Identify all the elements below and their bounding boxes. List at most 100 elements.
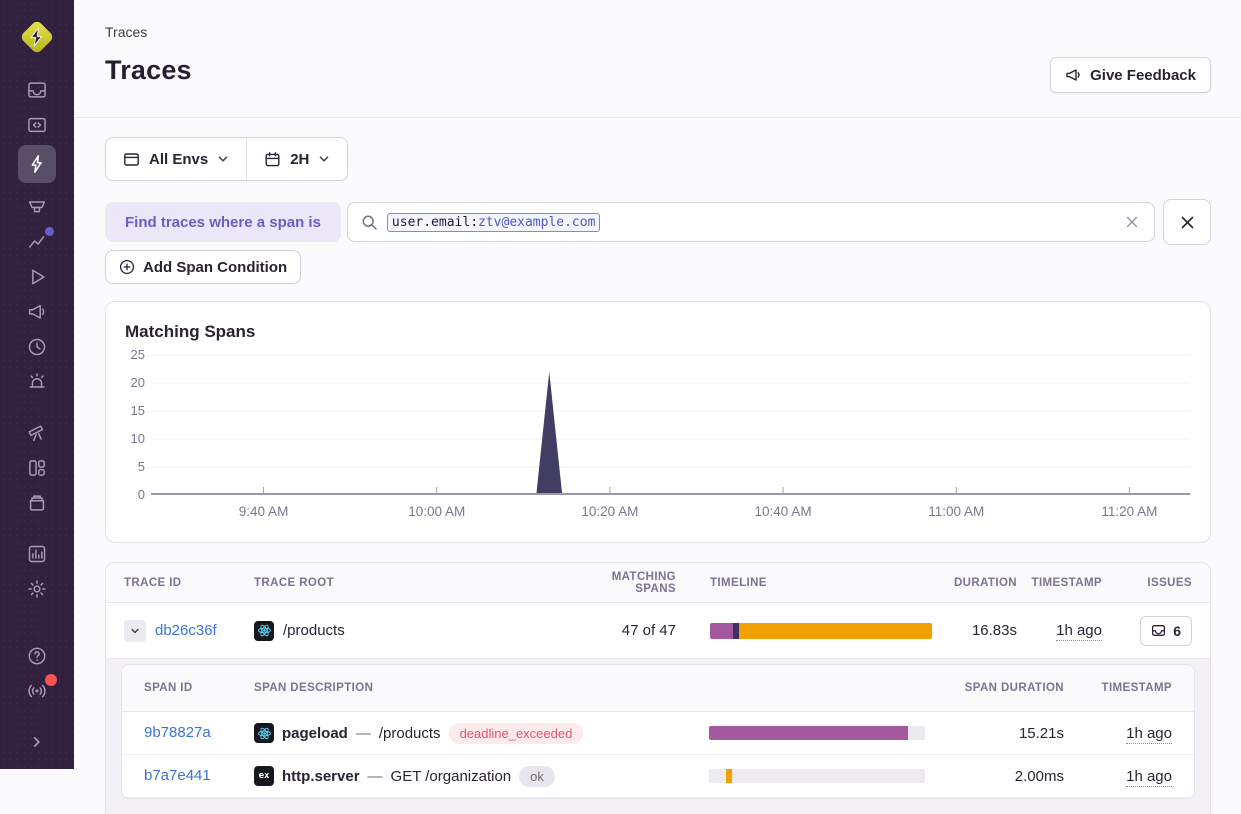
span-id-link[interactable]: b7a7e441 [144, 767, 211, 784]
chart-plot-svg [151, 355, 1190, 495]
chart-plot [151, 355, 1190, 495]
chevron-down-icon [130, 625, 140, 637]
span-duration: 2.00ms [954, 768, 1064, 785]
span-table: SPAN ID SPAN DESCRIPTION SPAN DURATION T… [121, 664, 1195, 799]
main-content: Traces Traces Give Feedback All Envs 2H … [74, 0, 1241, 769]
search-token[interactable]: user.email:ztv@example.com [387, 213, 601, 232]
react-icon [254, 723, 274, 743]
broadcast-notification-dot [45, 674, 57, 686]
span-row: 9b78827a pageload — /products deadline_e… [122, 712, 1194, 755]
add-span-condition-label: Add Span Condition [143, 259, 287, 276]
window-icon [123, 151, 140, 168]
chart-y-tick-label: 15 [131, 403, 145, 419]
span-op: pageload [282, 725, 348, 742]
separator-dash: — [356, 725, 371, 742]
col-duration: DURATION [932, 577, 1017, 589]
archive-icon[interactable] [18, 485, 56, 520]
trace-id-link[interactable]: db26c36f [155, 622, 217, 639]
insights-icon[interactable] [18, 224, 56, 259]
chart-body: 2520151050 [125, 355, 1190, 495]
clear-search-icon[interactable] [1123, 213, 1141, 231]
timeline-segment [739, 623, 932, 639]
chart-y-tick-label: 5 [138, 459, 145, 475]
chart-y-axis: 2520151050 [125, 355, 151, 495]
insights-notification-dot [45, 227, 54, 236]
collapse-sidebar-icon[interactable] [18, 724, 56, 759]
span-table-header: SPAN ID SPAN DESCRIPTION SPAN DURATION T… [122, 665, 1194, 712]
expanded-trace-section: SPAN ID SPAN DESCRIPTION SPAN DURATION T… [106, 658, 1210, 814]
search-token-key: user.email: [392, 215, 478, 230]
chart-title: Matching Spans [125, 320, 1190, 344]
matching-spans-value: 47 of 47 [585, 622, 700, 639]
col-timeline: TIMELINE [700, 577, 932, 589]
page-header: Traces Traces Give Feedback [74, 0, 1241, 118]
chart-y-tick-label: 0 [138, 487, 145, 503]
dashboards-icon[interactable] [18, 450, 56, 485]
trace-timeline-bar [710, 623, 932, 639]
settings-icon[interactable] [18, 571, 56, 606]
matching-spans-chart-card: Matching Spans 2520151050 9:40 AM10:00 A… [105, 301, 1211, 543]
react-icon [254, 621, 274, 641]
help-icon[interactable] [18, 638, 56, 673]
feedback-icon[interactable] [18, 294, 56, 329]
span-metrics-icon[interactable] [18, 189, 56, 224]
query-prefix-label: Find traces where a span is [105, 202, 341, 242]
span-bar-0 [709, 726, 925, 740]
replays-icon[interactable] [18, 259, 56, 294]
add-span-condition-button[interactable]: Add Span Condition [105, 250, 301, 284]
span-description: /products [379, 725, 441, 742]
chart-x-tick-label: 11:20 AM [1101, 504, 1157, 519]
express-icon: ex [254, 766, 274, 786]
projects-icon[interactable] [18, 107, 56, 142]
span-timestamp: 1h ago [1126, 725, 1172, 744]
traces-icon[interactable] [18, 145, 56, 183]
col-span-description: SPAN DESCRIPTION [254, 682, 709, 694]
col-issues: ISSUES [1102, 577, 1192, 589]
chevron-down-icon [217, 153, 229, 165]
col-span-timestamp: TIMESTAMP [1064, 682, 1172, 694]
close-icon [1179, 214, 1196, 231]
sidebar [0, 0, 74, 769]
span-search-input[interactable]: user.email:ztv@example.com [347, 202, 1155, 242]
calendar-icon [264, 151, 281, 168]
give-feedback-label: Give Feedback [1090, 67, 1196, 84]
chart-x-tick-label: 10:40 AM [755, 504, 812, 519]
environment-filter-button[interactable]: All Envs [106, 138, 246, 180]
col-trace-root: TRACE ROOT [254, 577, 585, 589]
span-id-link[interactable]: 9b78827a [144, 724, 211, 741]
broadcast-icon[interactable] [18, 673, 56, 708]
span-description: GET /organization [391, 768, 512, 785]
chart-x-tick-label: 10:00 AM [408, 504, 465, 519]
query-row: Find traces where a span is user.email:z… [105, 199, 1211, 245]
chart-y-tick-label: 10 [131, 431, 145, 447]
time-range-filter-button[interactable]: 2H [247, 138, 347, 180]
environment-filter-label: All Envs [149, 151, 208, 168]
breadcrumb[interactable]: Traces [105, 24, 1211, 40]
give-feedback-button[interactable]: Give Feedback [1050, 57, 1211, 93]
stats-icon[interactable] [18, 536, 56, 571]
trace-row: db26c36f /products 47 of 47 16.83s 1h ag… [106, 603, 1210, 658]
sentry-logo[interactable] [16, 16, 58, 58]
col-span-duration: SPAN DURATION [954, 682, 1064, 694]
releases-icon[interactable] [18, 329, 56, 364]
trace-issues-count: 6 [1173, 623, 1181, 639]
close-query-button[interactable] [1163, 199, 1211, 245]
chart-y-tick-label: 25 [131, 347, 145, 363]
discover-icon[interactable] [18, 415, 56, 450]
page-title: Traces [105, 55, 1211, 86]
trace-issues-button[interactable]: 6 [1140, 616, 1192, 646]
issues-icon[interactable] [18, 72, 56, 107]
span-status-badge-0: deadline_exceeded [449, 723, 584, 744]
time-range-filter-label: 2H [290, 151, 309, 168]
chevron-down-icon [318, 153, 330, 165]
content-area: All Envs 2H Find traces where a span is … [74, 118, 1241, 814]
issues-inbox-icon [1151, 623, 1166, 638]
alerts-icon[interactable] [18, 364, 56, 399]
span-timestamp: 1h ago [1126, 768, 1172, 787]
span-bar-1 [709, 769, 925, 783]
span-row: b7a7e441 ex http.server — GET /organizat… [122, 755, 1194, 798]
trace-table-header: TRACE ID TRACE ROOT MATCHING SPANS TIMEL… [106, 563, 1210, 603]
span-bar-fill [709, 726, 908, 740]
collapse-row-chevron[interactable] [124, 620, 146, 642]
trace-table: TRACE ID TRACE ROOT MATCHING SPANS TIMEL… [105, 562, 1211, 814]
